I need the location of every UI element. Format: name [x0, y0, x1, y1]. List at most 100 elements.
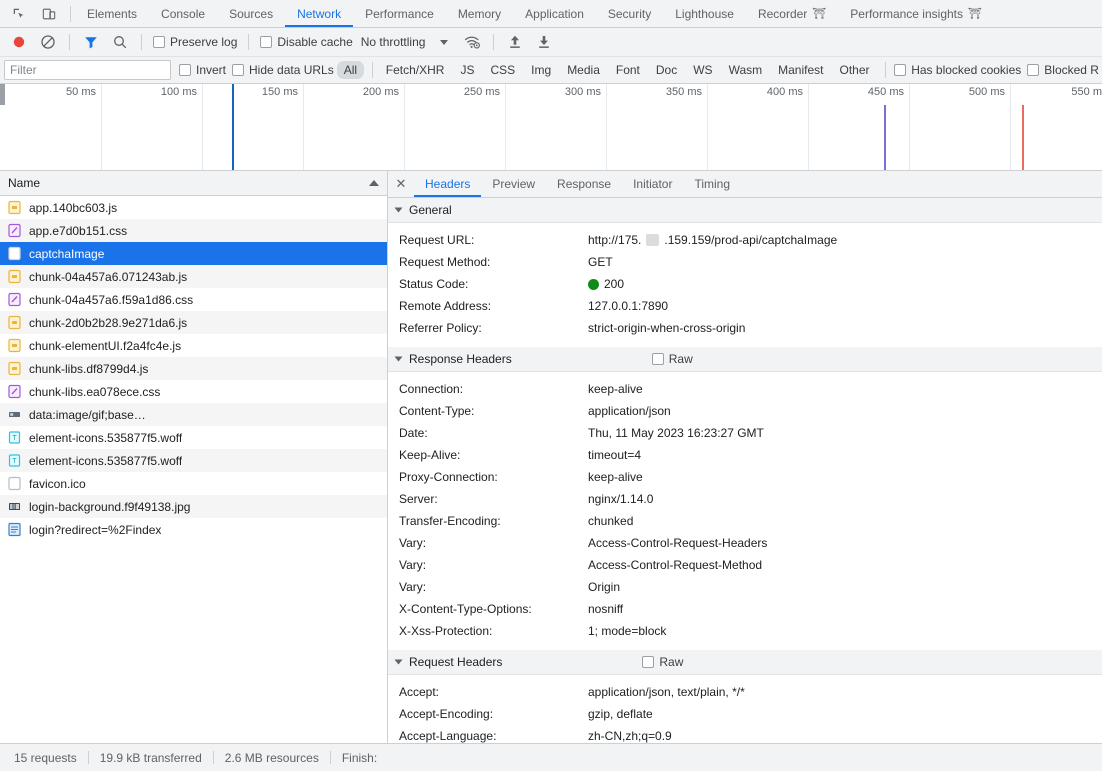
request-raw-checkbox[interactable]: Raw [642, 655, 683, 669]
tab-performance-insights[interactable]: Performance insights ⛩ [838, 0, 994, 27]
header-value: timeout=4 [588, 448, 642, 462]
type-filter-doc[interactable]: Doc [649, 61, 684, 79]
header-key: Transfer-Encoding: [399, 514, 501, 528]
checkbox-box [260, 36, 273, 48]
table-row[interactable]: T element-icons.535877f5.woff [0, 426, 387, 449]
timeline-tick-label: 300 ms [564, 86, 601, 98]
import-har-icon[interactable] [502, 30, 528, 54]
table-row[interactable]: chunk-04a457a6.071243ab.js [0, 265, 387, 288]
tab-response[interactable]: Response [546, 171, 622, 197]
device-toolbar-icon[interactable] [37, 2, 61, 26]
table-row[interactable]: app.e7d0b151.css [0, 219, 387, 242]
request-name-column-header[interactable]: Name [0, 171, 387, 196]
has-blocked-cookies-checkbox[interactable]: Has blocked cookies [891, 63, 1024, 77]
column-header-label: Name [8, 176, 41, 190]
response-raw-checkbox[interactable]: Raw [651, 352, 693, 366]
tab-preview[interactable]: Preview [481, 171, 546, 197]
tab-elements[interactable]: Elements [75, 0, 149, 27]
table-row[interactable]: chunk-2d0b2b28.9e271da6.js [0, 311, 387, 334]
network-conditions-wifi-icon[interactable] [459, 30, 485, 54]
tab-console[interactable]: Console [149, 0, 217, 27]
filter-icon[interactable] [78, 30, 104, 54]
close-icon[interactable]: ✕ [388, 171, 414, 197]
response-header-rows: Connection: keep-alive Content-Type: appli… [388, 372, 1102, 650]
type-filter-font[interactable]: Font [609, 61, 647, 79]
table-row[interactable]: chunk-libs.ea078ece.css [0, 380, 387, 403]
preserve-log-checkbox[interactable]: Preserve log [150, 35, 240, 49]
search-icon[interactable] [107, 30, 133, 54]
table-row[interactable]: chunk-04a457a6.f59a1d86.css [0, 288, 387, 311]
table-row[interactable]: chunk-libs.df8799d4.js [0, 357, 387, 380]
network-overview-timeline[interactable]: 50 ms 100 ms 150 ms 200 ms 250 ms 300 ms… [0, 84, 1102, 171]
tab-lighthouse[interactable]: Lighthouse [663, 0, 746, 27]
request-url-prefix: http://175. [588, 233, 642, 247]
type-filter-img[interactable]: Img [524, 61, 558, 79]
svg-text:T: T [12, 458, 17, 465]
table-row-selected[interactable]: captchaImage [0, 242, 387, 265]
control-divider [69, 34, 70, 50]
tab-headers[interactable]: Headers [414, 171, 482, 197]
type-filter-fetch-xhr[interactable]: Fetch/XHR [379, 61, 452, 79]
generic-file-icon [8, 246, 21, 261]
table-row[interactable]: login?redirect=%2Findex [0, 518, 387, 541]
blocked-requests-checkbox[interactable]: Blocked R [1024, 63, 1102, 77]
type-filter-js[interactable]: JS [453, 61, 481, 79]
header-value: Access-Control-Request-Headers [588, 536, 768, 550]
header-row: Content-Type: application/json [388, 400, 1102, 422]
type-filter-other[interactable]: Other [833, 61, 877, 79]
type-filter-ws[interactable]: WS [686, 61, 719, 79]
header-value: GET [588, 255, 613, 269]
raw-label: Raw [668, 352, 693, 366]
checkbox-box [894, 64, 907, 76]
disable-cache-checkbox[interactable]: Disable cache [257, 35, 355, 49]
table-row[interactable]: login-background.f9f49138.jpg [0, 495, 387, 518]
chevron-down-icon[interactable] [440, 39, 449, 45]
type-filter-wasm[interactable]: Wasm [722, 61, 770, 79]
table-row[interactable]: chunk-elementUI.f2a4fc4e.js [0, 334, 387, 357]
header-value: 127.0.0.1:7890 [588, 299, 669, 313]
tab-sources[interactable]: Sources [217, 0, 285, 27]
type-filter-css[interactable]: CSS [483, 61, 522, 79]
request-rows[interactable]: app.140bc603.js app.e7d0b151.css captcha… [0, 196, 387, 743]
header-value: keep-alive [588, 470, 643, 484]
tab-label: Memory [457, 6, 502, 21]
table-row[interactable]: data:image/gif;base… [0, 403, 387, 426]
general-section-header[interactable]: General [388, 198, 1102, 223]
throttling-select[interactable]: No throttling [359, 35, 428, 49]
tab-memory[interactable]: Memory [446, 0, 513, 27]
export-har-icon[interactable] [531, 30, 557, 54]
header-row: Connection: keep-alive [388, 378, 1102, 400]
type-filter-manifest[interactable]: Manifest [771, 61, 830, 79]
tab-network[interactable]: Network [285, 0, 354, 27]
type-filter-media[interactable]: Media [560, 61, 607, 79]
tab-label: Application [525, 6, 584, 21]
general-rows: Request URL: http://175. .159.159/prod-ap… [388, 223, 1102, 347]
tab-performance[interactable]: Performance [353, 0, 446, 27]
request-headers-section-header[interactable]: Request Headers Raw [388, 650, 1102, 675]
header-key: Request Method: [399, 255, 491, 269]
table-row[interactable]: T element-icons.535877f5.woff [0, 449, 387, 472]
invert-filter-checkbox[interactable]: Invert [176, 63, 229, 77]
table-row[interactable]: favicon.ico [0, 472, 387, 495]
tab-initiator[interactable]: Initiator [622, 171, 683, 197]
tab-timing[interactable]: Timing [683, 171, 741, 197]
header-key: Accept: [399, 685, 440, 699]
tab-recorder[interactable]: Recorder ⛩ [746, 0, 838, 27]
experiment-flask-icon: ⛩ [812, 8, 827, 20]
raw-label: Raw [659, 655, 684, 669]
response-headers-section-header[interactable]: Response Headers Raw [388, 347, 1102, 372]
inspect-element-icon[interactable] [7, 2, 31, 26]
experiment-flask-icon: ⛩ [968, 8, 982, 20]
filter-input[interactable] [4, 60, 171, 80]
hide-data-urls-checkbox[interactable]: Hide data URLs [229, 63, 337, 77]
clear-network-log-icon[interactable] [35, 30, 61, 54]
request-header-rows: Accept: application/json, text/plain, */*… [388, 675, 1102, 743]
header-value: Access-Control-Request-Method [588, 558, 763, 572]
table-row[interactable]: app.140bc603.js [0, 196, 387, 219]
font-file-icon: T [8, 430, 21, 445]
tab-security[interactable]: Security [596, 0, 663, 27]
type-filter-all[interactable]: All [336, 61, 365, 79]
has-blocked-cookies-label: Has blocked cookies [911, 63, 1022, 77]
tab-application[interactable]: Application [513, 0, 596, 27]
record-button-icon[interactable] [6, 30, 32, 54]
